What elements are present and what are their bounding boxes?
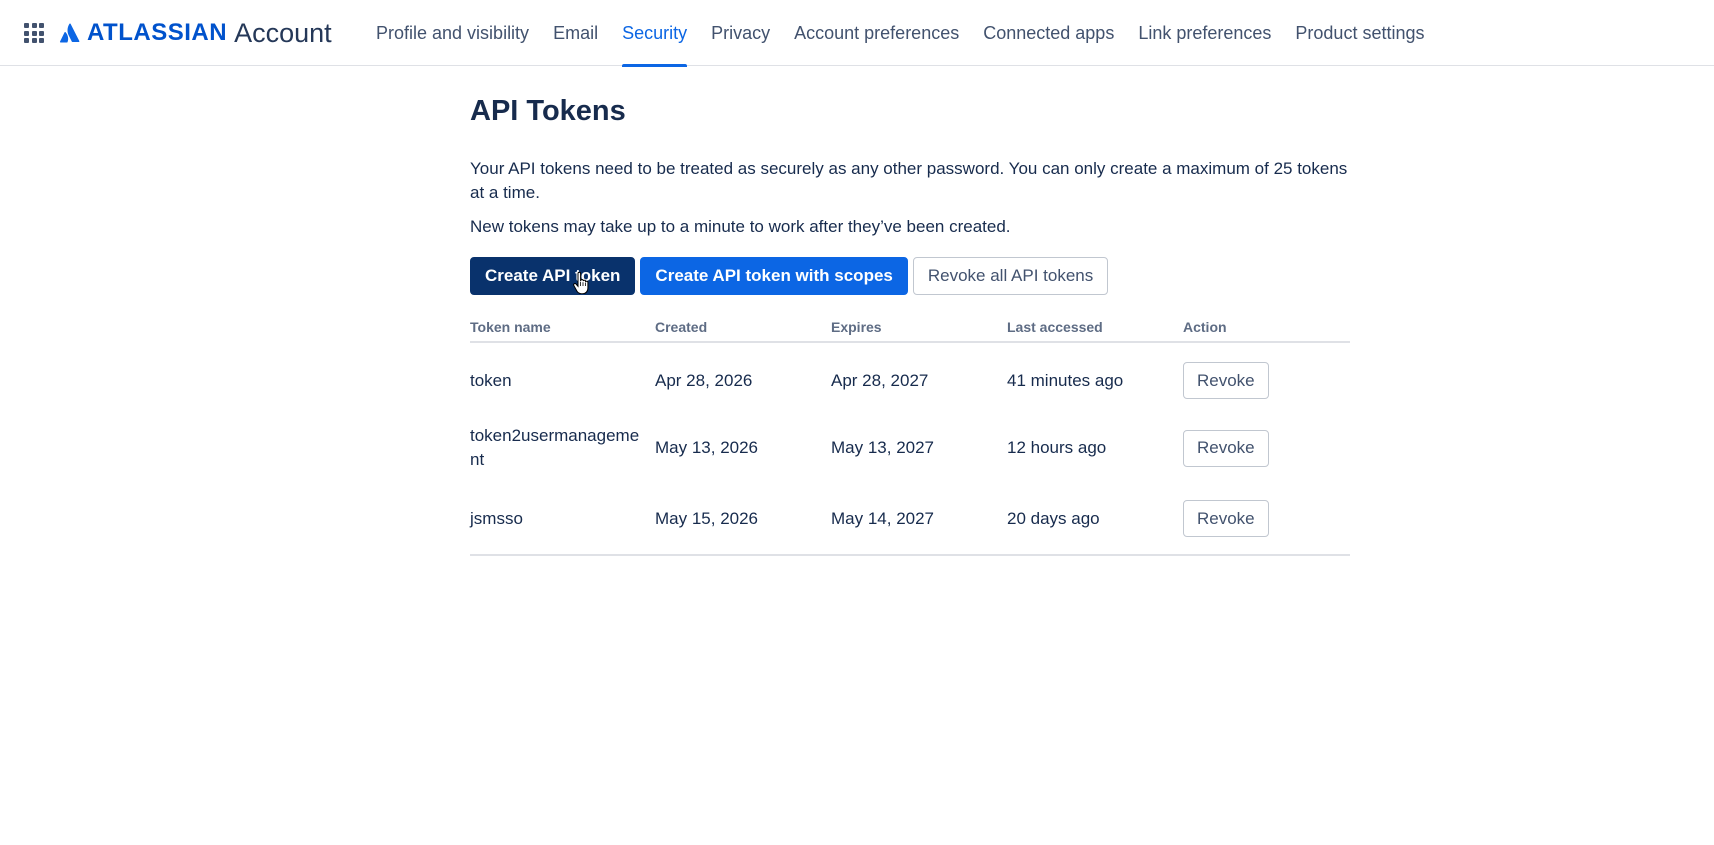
nav-security[interactable]: Security (610, 0, 699, 67)
nav-link-preferences[interactable]: Link preferences (1126, 0, 1283, 66)
create-api-token-button[interactable]: Create API token (470, 256, 636, 295)
table-row: token2usermanagement May 13, 2026 May 13… (470, 413, 1350, 484)
atlassian-logo-icon (59, 23, 80, 43)
token-name: jsmsso (470, 483, 655, 556)
header-token-name[interactable]: Token name (470, 318, 655, 343)
nav-privacy[interactable]: Privacy (699, 0, 782, 66)
revoke-all-api-tokens-button[interactable]: Revoke all API tokens (912, 256, 1109, 295)
revoke-button[interactable]: Revoke (1183, 429, 1269, 467)
revoke-button[interactable]: Revoke (1183, 500, 1269, 538)
token-actions: Create API token Create API token with s… (470, 256, 1350, 295)
token-action-cell: Revoke (1183, 413, 1350, 484)
nav-product-settings[interactable]: Product settings (1283, 0, 1436, 66)
token-created: Apr 28, 2026 (655, 370, 753, 390)
token-expires: Apr 28, 2027 (831, 370, 929, 390)
nav-connected-apps[interactable]: Connected apps (971, 0, 1126, 66)
main-nav: Profile and visibility Email Security Pr… (364, 0, 1436, 67)
token-expires: May 14, 2027 (831, 483, 1007, 556)
create-api-token-with-scopes-button[interactable]: Create API token with scopes (640, 256, 908, 295)
token-created: May 13, 2026 (655, 438, 759, 458)
token-action-cell: Revoke (1183, 483, 1350, 556)
header-last-accessed[interactable]: Last accessed (1007, 318, 1183, 343)
top-navigation-bar: ATLASSIAN Account Profile and visibility… (0, 0, 1714, 67)
table-row: jsmsso May 15, 2026 May 14, 2027 20 days… (470, 483, 1350, 556)
description-delay: New tokens may take up to a minute to wo… (470, 216, 1011, 236)
token-last-accessed: 41 minutes ago (1007, 370, 1124, 390)
app-switcher-grid-icon[interactable] (24, 23, 44, 43)
token-name: token2usermanagement (470, 426, 640, 470)
atlassian-account-logo[interactable]: ATLASSIAN Account (59, 17, 332, 49)
revoke-button[interactable]: Revoke (1183, 362, 1269, 400)
token-created: May 15, 2026 (655, 483, 831, 556)
token-expires: May 13, 2027 (831, 438, 935, 458)
main-content: API Tokens Your API tokens need to be tr… (470, 66, 1350, 556)
api-tokens-table: Token name Created Expires Last accessed… (470, 318, 1350, 556)
token-action-cell: Revoke (1183, 342, 1350, 413)
nav-account-preferences[interactable]: Account preferences (782, 0, 971, 66)
logo-product-text: Account (234, 17, 332, 48)
description-security: Your API tokens need to be treated as se… (470, 158, 1348, 202)
token-last-accessed: 20 days ago (1007, 483, 1183, 556)
table-header-row: Token name Created Expires Last accessed… (470, 318, 1350, 343)
header-created[interactable]: Created (655, 318, 831, 343)
token-last-accessed: 12 hours ago (1007, 438, 1107, 458)
table-row: token Apr 28, 2026 Apr 28, 2027 41 minut… (470, 342, 1350, 413)
nav-email[interactable]: Email (541, 0, 610, 66)
logo-brand-text: ATLASSIAN (87, 19, 228, 46)
page-title: API Tokens (470, 95, 626, 127)
token-name: token (470, 370, 512, 390)
nav-profile-and-visibility[interactable]: Profile and visibility (364, 0, 541, 66)
header-expires[interactable]: Expires (831, 318, 1007, 343)
header-action: Action (1183, 318, 1350, 343)
